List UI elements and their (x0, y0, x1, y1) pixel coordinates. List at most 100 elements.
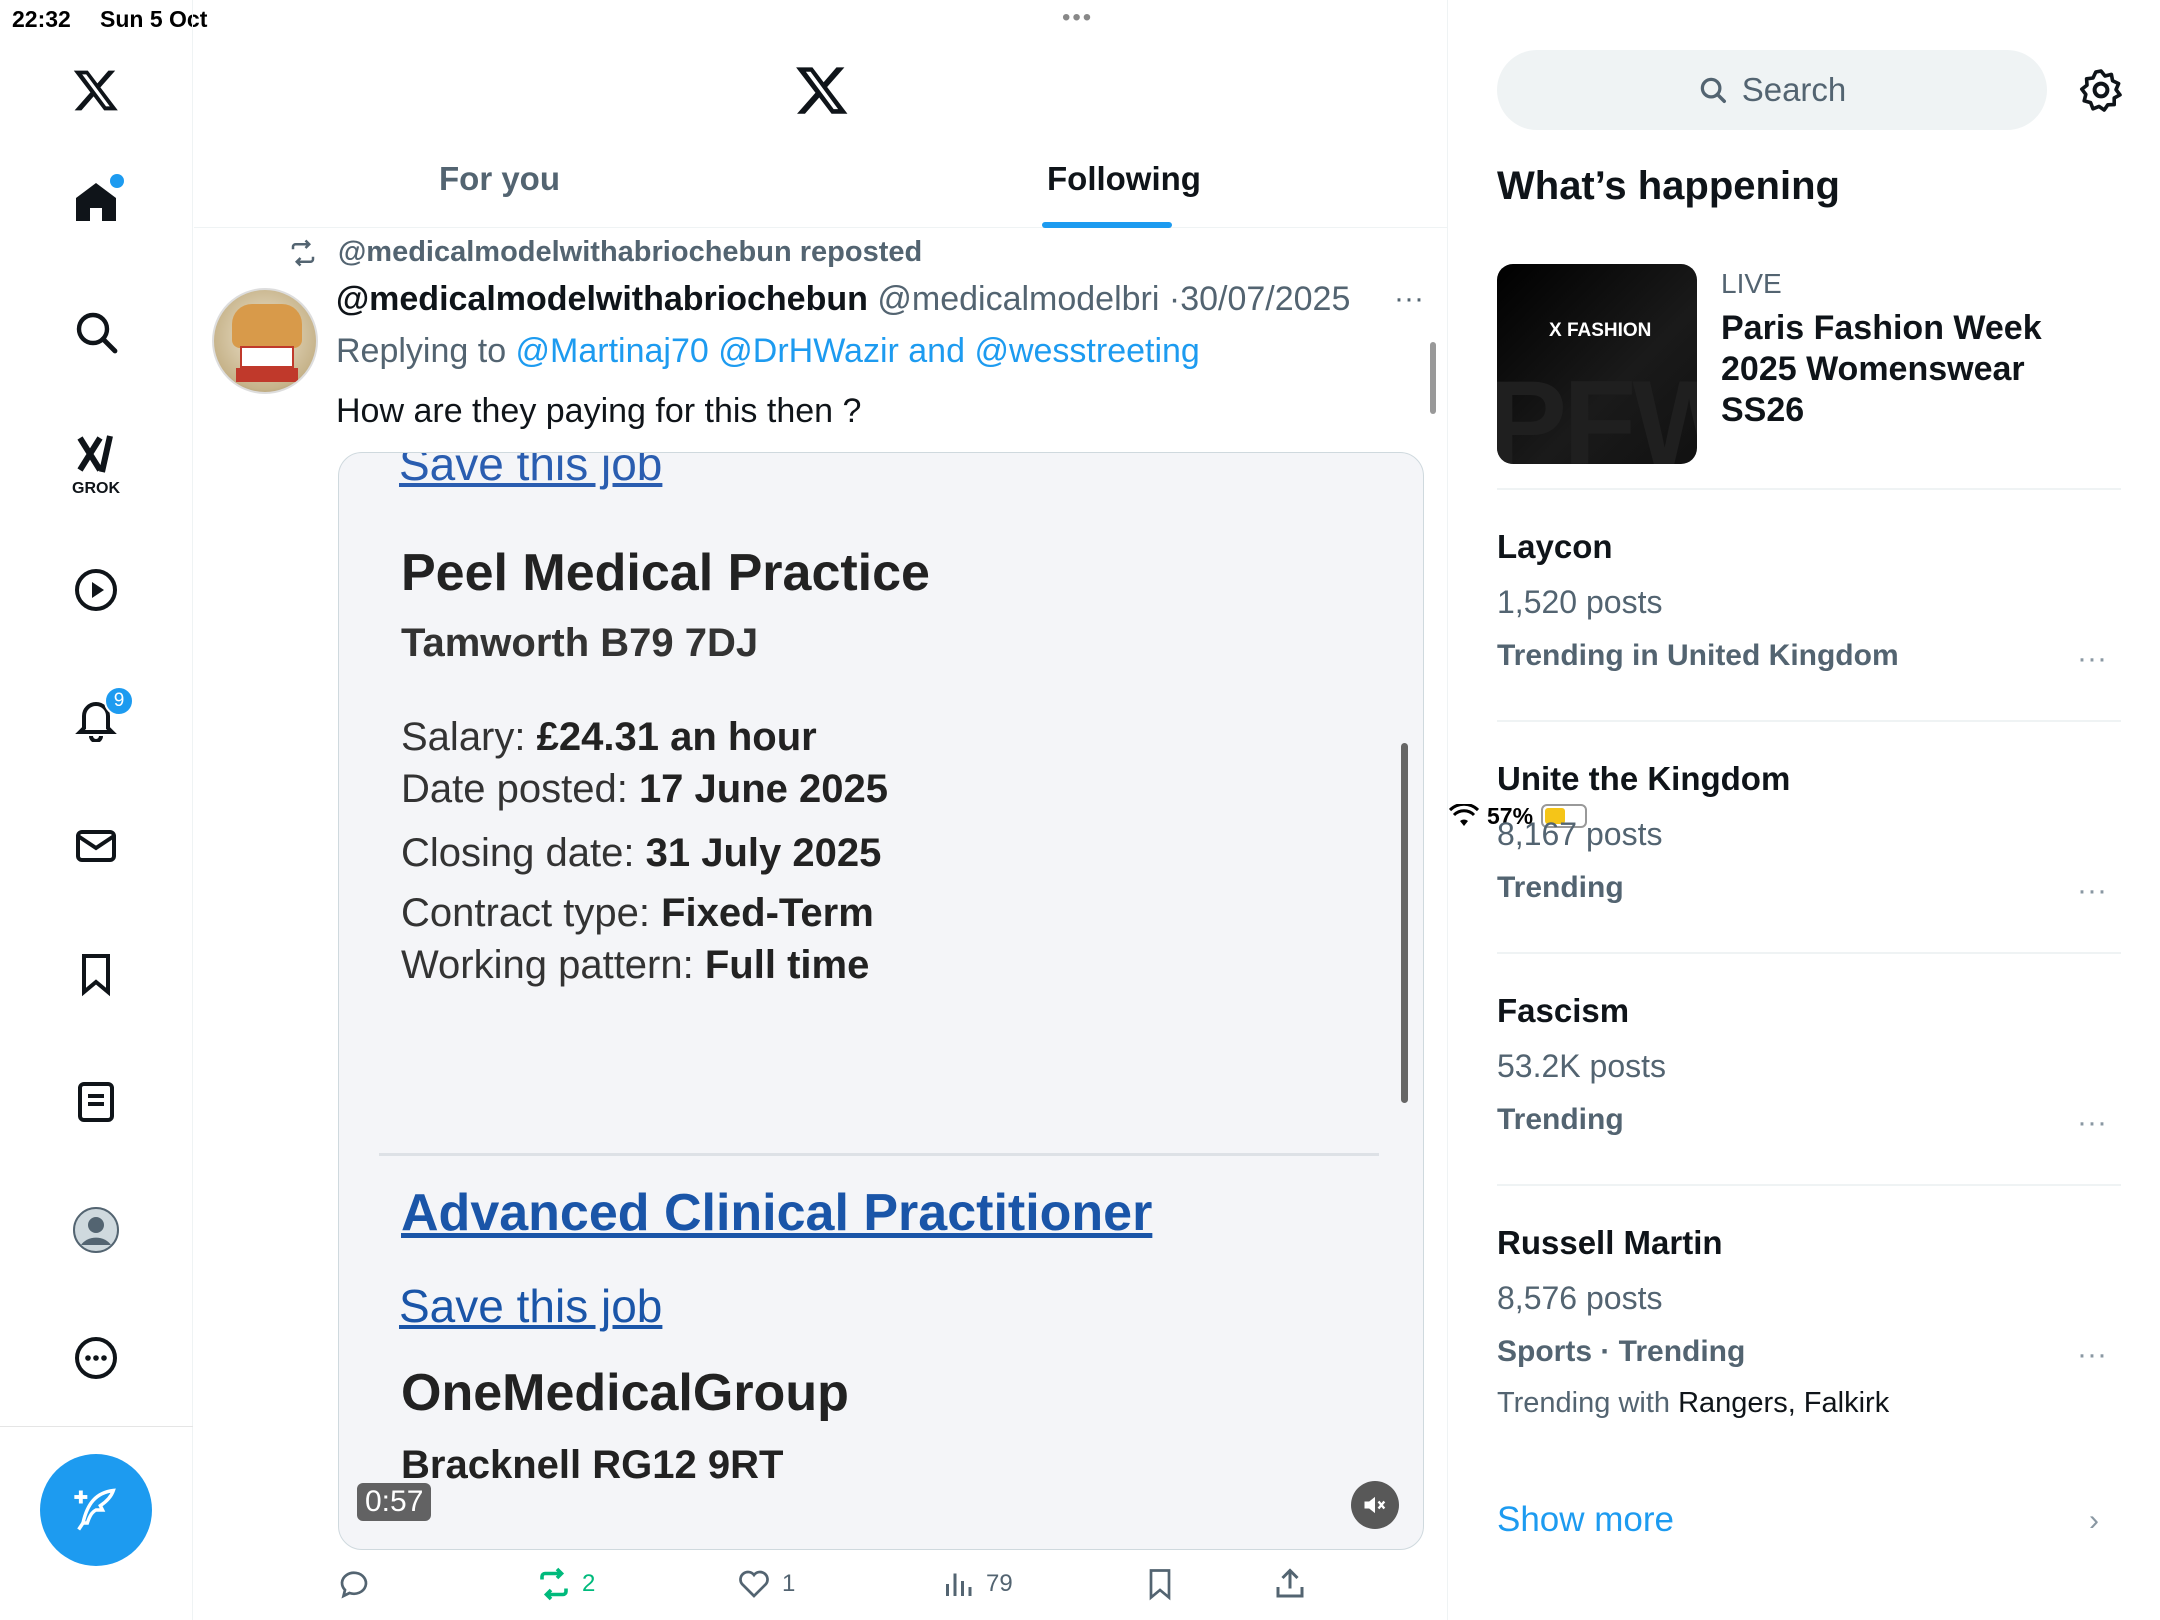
author-avatar[interactable] (212, 288, 318, 394)
salary-label: Salary: (401, 715, 537, 759)
search-input[interactable]: Search (1497, 50, 2047, 130)
meta-separator: · (1168, 280, 1181, 318)
whats-happening-heading: What’s happening (1497, 164, 1840, 208)
reply-mention-1[interactable]: @Martinaj70 (516, 332, 709, 370)
post-date[interactable]: 30/07/2025 (1180, 280, 1350, 318)
views-count: 79 (986, 1570, 1013, 1597)
more-icon[interactable] (66, 1328, 126, 1388)
live-event-title: Paris Fashion Week 2025 Womenswear SS26 (1721, 309, 2042, 429)
reply-mention-3[interactable]: @wesstreeting (974, 332, 1199, 370)
repost-indicator: @medicalmodelwithabriochebun reposted (286, 236, 922, 269)
video-duration: 0:57 (357, 1483, 432, 1521)
post-actions: 2 1 79 (336, 1566, 1426, 1606)
thumb-brand: X FASHION (1549, 320, 1652, 341)
bookmark-icon[interactable] (66, 944, 126, 1004)
trending-with-prefix: Trending with (1497, 1387, 1679, 1419)
trend-more-button[interactable]: ··· (2077, 1338, 2107, 1372)
search-icon[interactable] (66, 302, 126, 362)
video-org: OneMedicalGroup (401, 1364, 849, 1422)
share-icon (1276, 1568, 1304, 1598)
trend-item[interactable]: Russell Martin 8,576 posts Sports · Tren… (1497, 1224, 2121, 1420)
views-chart-icon (946, 1573, 972, 1596)
trend-count: 1,520 posts (1497, 584, 1663, 620)
video-save-job-2: Save this job (399, 1280, 663, 1332)
post-video[interactable]: Save this job Peel Medical Practice Tamw… (338, 452, 1424, 1550)
trend-count: 8,167 posts (1497, 816, 1663, 852)
trend-category: Trending (1497, 1103, 1624, 1136)
video-save-job-1: Save this job (399, 452, 663, 490)
tab-for-you[interactable]: For you (439, 160, 560, 198)
nav-divider (0, 1426, 193, 1427)
trend-category: Sports · Trending (1497, 1335, 1746, 1368)
gear-icon[interactable] (2077, 66, 2125, 114)
trend-category: Trending (1497, 871, 1624, 904)
trend-divider (1497, 1184, 2121, 1186)
reply-mention-2[interactable]: @DrHWazir (718, 332, 899, 370)
trend-name: Russell Martin (1497, 1224, 1723, 1261)
live-event-card[interactable]: PFW X FASHION LIVE Paris Fashion Week 20… (1497, 264, 2121, 464)
active-tab-indicator (1042, 222, 1172, 228)
trend-category: Trending in United Kingdom (1497, 639, 1899, 672)
mute-button[interactable] (1351, 1481, 1399, 1529)
main-timeline: For you Following @medicalmodelwithabrio… (194, 0, 1448, 1620)
video-icon[interactable] (66, 560, 126, 620)
feed-scrollbar[interactable] (1430, 342, 1436, 414)
video-contract-type: Contract type: Fixed-Term (401, 891, 874, 936)
tab-following[interactable]: Following (1047, 160, 1201, 198)
bookmark-button[interactable] (1142, 1566, 1178, 1602)
trend-more-button[interactable]: ··· (2077, 874, 2107, 908)
trend-name: Unite the Kingdom (1497, 760, 1791, 797)
trend-item[interactable]: Unite the Kingdom 8,167 posts Trending ·… (1497, 760, 2121, 908)
show-more-link[interactable]: Show more (1497, 1500, 1674, 1540)
search-icon (1700, 77, 1726, 103)
author-name[interactable]: @medicalmodelwithabriochebun (336, 280, 868, 318)
views-button[interactable]: 79 (940, 1566, 1013, 1602)
author-handle[interactable]: @medicalmodelbri (877, 280, 1159, 318)
reply-and[interactable]: and (899, 332, 975, 370)
trend-item[interactable]: Fascism 53.2K posts Trending ··· (1497, 992, 2121, 1140)
profile-icon[interactable] (66, 1200, 126, 1260)
closing-value: 31 July 2025 (645, 831, 882, 875)
x-logo-icon[interactable] (66, 60, 126, 120)
x-logo-icon[interactable] (794, 62, 850, 118)
date-posted-value: 17 June 2025 (638, 767, 888, 811)
home-icon[interactable] (66, 172, 126, 232)
replying-to: Replying to @Martinaj70 @DrHWazir and @w… (336, 332, 1200, 371)
mail-icon[interactable] (66, 816, 126, 876)
like-button[interactable]: 1 (736, 1566, 795, 1602)
trend-count: 8,576 posts (1497, 1280, 1663, 1316)
trend-name: Fascism (1497, 992, 1630, 1029)
trend-more-button[interactable]: ··· (2077, 642, 2107, 676)
trend-item[interactable]: Laycon 1,520 posts Trending in United Ki… (1497, 528, 2121, 676)
video-location: Tamworth B79 7DJ (401, 621, 759, 665)
bell-icon[interactable]: 9 (66, 686, 134, 748)
search-placeholder: Search (1741, 71, 1847, 108)
video-salary: Salary: £24.31 an hour (401, 715, 817, 760)
muted-speaker-icon (1364, 1496, 1386, 1514)
lists-icon[interactable] (66, 1072, 126, 1132)
video-location-2: Bracknell RG12 9RT (401, 1443, 784, 1487)
trend-name: Laycon (1497, 528, 1613, 565)
repost-button[interactable]: 2 (536, 1566, 595, 1602)
trend-count: 53.2K posts (1497, 1048, 1666, 1084)
video-working-pattern: Working pattern: Full time (401, 943, 869, 988)
home-unread-dot (110, 174, 124, 188)
compose-button[interactable] (40, 1454, 152, 1566)
date-posted-label: Date posted: (401, 767, 639, 811)
grok-label: GROK (72, 480, 120, 497)
bookmark-icon (1149, 1569, 1171, 1601)
video-closing-date: Closing date: 31 July 2025 (401, 831, 881, 876)
left-nav: GROK 9 (0, 0, 193, 1620)
trend-divider (1497, 952, 2121, 954)
contract-label: Contract type: (401, 891, 662, 935)
trend-more-button[interactable]: ··· (2077, 1106, 2107, 1140)
grok-icon[interactable] (66, 424, 126, 484)
trending-with-value[interactable]: Rangers, Falkirk (1678, 1387, 1889, 1419)
share-button[interactable] (1272, 1566, 1308, 1602)
like-count: 1 (782, 1570, 796, 1597)
chevron-right-icon[interactable]: › (2089, 1504, 2099, 1538)
post-more-button[interactable]: ··· (1394, 282, 1424, 316)
reply-button[interactable] (336, 1566, 372, 1602)
repost-icon (291, 239, 315, 266)
closing-label: Closing date: (401, 831, 646, 875)
